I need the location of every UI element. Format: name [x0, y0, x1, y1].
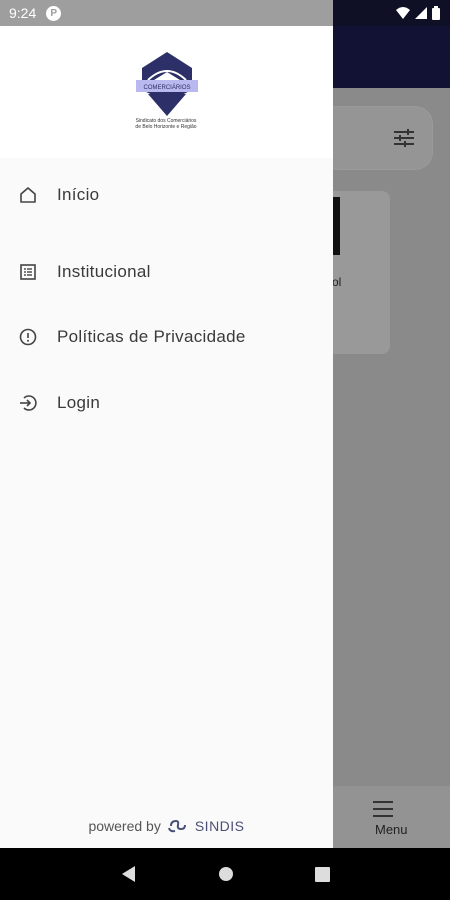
status-time: 9:24 — [9, 5, 37, 21]
status-right — [333, 0, 450, 26]
login-icon — [20, 395, 37, 411]
home-button-icon[interactable] — [218, 866, 234, 882]
logo-caption: Sindicato dos Comerciários de Belo Horiz… — [116, 118, 216, 130]
wifi-icon — [396, 7, 410, 19]
menu-item-label: Início — [57, 185, 100, 204]
battery-icon — [432, 6, 440, 20]
drawer-header: COMERCIÁRIOS Sindicato dos Comerciários … — [0, 26, 333, 158]
status-left: 9:24 P — [0, 0, 333, 26]
svg-text:COMERCIÁRIOS: COMERCIÁRIOS — [143, 84, 190, 91]
status-bar: 9:24 P — [0, 0, 450, 26]
sindis-brand: SINDIS — [194, 818, 245, 834]
menu-label: Menu — [375, 822, 408, 837]
menu-item-privacidade[interactable]: Políticas de Privacidade — [0, 313, 333, 361]
notification-badge-icon: P — [46, 5, 62, 21]
sindis-logo-icon — [167, 819, 186, 833]
powered-by-text: powered by — [88, 818, 161, 834]
menu-item-inicio[interactable]: Início — [0, 171, 333, 219]
powered-by-footer: powered by SINDIS — [0, 818, 333, 834]
system-nav-bar — [0, 848, 450, 900]
home-icon — [20, 187, 36, 203]
card-image — [332, 197, 340, 255]
navigation-drawer: COMERCIÁRIOS Sindicato dos Comerciários … — [0, 26, 333, 848]
menu-item-login[interactable]: Login — [0, 379, 333, 427]
logo-caption-line2: de Belo Horizonte e Região — [135, 124, 197, 130]
back-icon[interactable] — [121, 865, 137, 883]
menu-item-institucional[interactable]: Institucional — [0, 248, 333, 296]
menu-item-label: Login — [57, 393, 101, 412]
search-bar — [320, 106, 433, 170]
card-snippet: ol — [332, 275, 342, 289]
menu-item-label: Políticas de Privacidade — [57, 327, 246, 346]
info-circle-icon — [19, 328, 37, 346]
menu-item-label: Institucional — [57, 262, 151, 281]
recents-icon[interactable] — [314, 866, 330, 882]
signal-icon — [415, 7, 427, 19]
bottom-nav: Menu — [320, 786, 450, 848]
filter-icon — [394, 129, 414, 147]
document-icon — [20, 264, 36, 280]
menu-icon — [373, 801, 393, 817]
